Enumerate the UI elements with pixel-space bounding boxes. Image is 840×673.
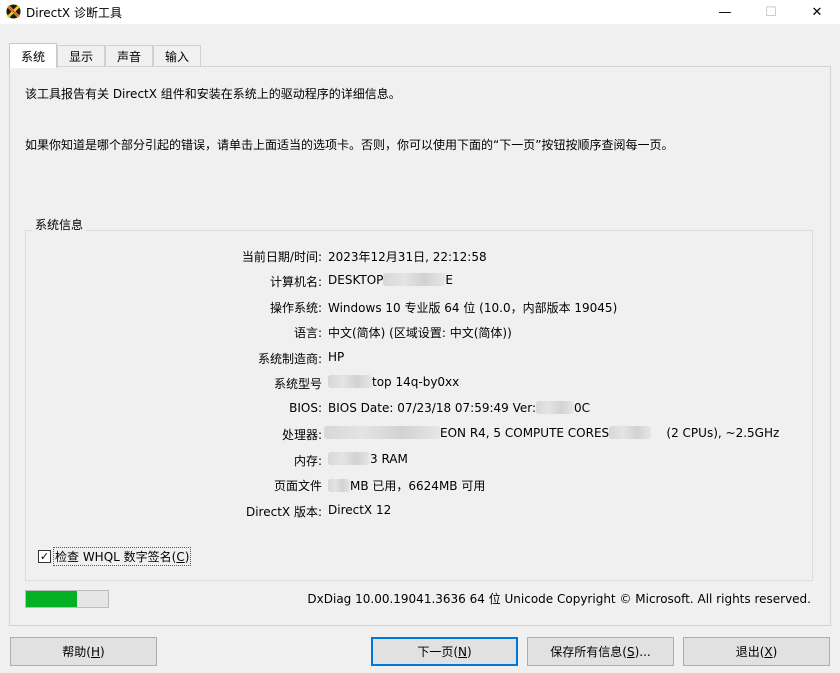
tab-display[interactable]: 显示 bbox=[57, 45, 105, 66]
button-label: )... bbox=[634, 644, 651, 659]
value-language: 中文(简体) (区域设置: 中文(简体)) bbox=[328, 326, 512, 340]
directx-app-icon bbox=[6, 4, 21, 19]
button-label: 保存所有信息( bbox=[550, 645, 627, 659]
intro-text-1: 该工具报告有关 DirectX 组件和安装在系统上的驱动程序的详细信息。 bbox=[25, 87, 401, 101]
close-button[interactable]: ✕ bbox=[794, 0, 840, 24]
version-copyright-text: DxDiag 10.00.19041.3636 64 位 Unicode Cop… bbox=[307, 592, 811, 606]
value-directx-version: DirectX 12 bbox=[328, 503, 392, 517]
checkmark-icon: ✓ bbox=[39, 550, 50, 563]
value-datetime: 2023年12月31日, 22:12:58 bbox=[328, 250, 487, 264]
value-computer-name: DESKTOP E bbox=[328, 273, 453, 287]
value-part: 3 RAM bbox=[370, 452, 408, 466]
value-part: EON R4, 5 COMPUTE CORES bbox=[440, 426, 610, 440]
value-part: DESKTOP bbox=[328, 273, 384, 287]
intro-text-2: 如果你知道是哪个部分引起的错误，请单击上面适当的选项卡。否则，你可以使用下面的“… bbox=[25, 138, 674, 152]
accel-key: H bbox=[90, 644, 101, 659]
button-label: ) bbox=[772, 644, 778, 659]
progress-bar bbox=[25, 590, 109, 608]
accel-key: N bbox=[458, 644, 467, 659]
redacted-blur bbox=[536, 401, 575, 414]
label-datetime: 当前日期/时间: bbox=[241, 250, 322, 264]
tab-system[interactable]: 系统 bbox=[9, 43, 57, 68]
value-part: top 14q-by0xx bbox=[372, 375, 460, 389]
title-bar: DirectX 诊断工具 — ☐ ✕ bbox=[0, 0, 840, 24]
tab-label: 声音 bbox=[116, 49, 141, 64]
exit-button[interactable]: 退出(X) bbox=[683, 637, 830, 666]
redacted-blur bbox=[328, 479, 350, 492]
redacted-blur bbox=[324, 426, 440, 439]
help-button[interactable]: 帮助(H) bbox=[10, 637, 157, 666]
label-manufacturer: 系统制造商: bbox=[257, 352, 322, 366]
whql-checkbox-row[interactable]: ✓ 检查 WHQL 数字签名(C) bbox=[38, 547, 192, 566]
label-memory: 内存: bbox=[293, 454, 322, 468]
whql-checkbox-label[interactable]: 检查 WHQL 数字签名(C) bbox=[53, 547, 192, 566]
whql-checkbox[interactable]: ✓ bbox=[38, 550, 51, 563]
value-pagefile: MB 已用，6624MB 可用 bbox=[328, 477, 485, 494]
button-label: 帮助( bbox=[62, 645, 91, 659]
value-manufacturer: HP bbox=[328, 350, 345, 364]
accel-key: X bbox=[764, 644, 773, 659]
label-part: 检查 WHQL 数字签名( bbox=[55, 550, 177, 564]
button-label: 退出( bbox=[735, 645, 765, 659]
redacted-blur bbox=[328, 452, 370, 465]
label-os: 操作系统: bbox=[269, 301, 322, 315]
value-processor: EON R4, 5 COMPUTE CORES (2 CPUs), ~2.5GH… bbox=[324, 426, 779, 440]
minimize-icon: — bbox=[718, 4, 732, 20]
tab-label: 显示 bbox=[68, 49, 93, 64]
accel-key: S bbox=[626, 644, 635, 659]
button-label: 下一页( bbox=[417, 645, 458, 659]
label-language: 语言: bbox=[293, 326, 322, 340]
value-bios: BIOS Date: 07/23/18 07:59:49 Ver: 0C bbox=[328, 401, 590, 415]
minimize-button[interactable]: — bbox=[702, 0, 748, 24]
button-label: ) bbox=[466, 644, 472, 659]
value-part: BIOS Date: 07/23/18 07:59:49 Ver: bbox=[328, 401, 537, 415]
accel-key: C bbox=[176, 550, 185, 564]
tab-label: 输入 bbox=[164, 49, 189, 64]
value-os: Windows 10 专业版 64 位 (10.0，内部版本 19045) bbox=[328, 301, 618, 315]
tab-sound[interactable]: 声音 bbox=[105, 45, 153, 66]
value-part: E bbox=[445, 273, 453, 287]
value-part: (2 CPUs), ~2.5GHz bbox=[666, 426, 780, 440]
label-pagefile: 页面文件 bbox=[273, 479, 322, 493]
label-processor: 处理器: bbox=[281, 428, 322, 442]
redacted-blur bbox=[383, 273, 446, 286]
next-page-button[interactable]: 下一页(N) bbox=[371, 637, 518, 666]
system-info-title: 系统信息 bbox=[32, 216, 87, 233]
redacted-blur bbox=[609, 426, 652, 439]
label-part: ) bbox=[184, 550, 190, 564]
value-part: MB 已用，6624MB 可用 bbox=[350, 479, 486, 493]
label-bios: BIOS: bbox=[289, 401, 322, 415]
close-icon: ✕ bbox=[811, 4, 823, 20]
value-memory: 3 RAM bbox=[328, 452, 408, 466]
value-part: 0C bbox=[574, 401, 591, 415]
progress-fill bbox=[26, 591, 77, 607]
tab-label: 系统 bbox=[20, 49, 45, 64]
window-title: DirectX 诊断工具 bbox=[26, 6, 122, 20]
label-model: 系统型号 bbox=[273, 377, 322, 391]
value-model: top 14q-by0xx bbox=[328, 375, 459, 389]
maximize-button: ☐ bbox=[748, 0, 794, 24]
label-directx-version: DirectX 版本: bbox=[245, 505, 322, 519]
button-label: ) bbox=[100, 644, 105, 659]
redacted-blur bbox=[328, 375, 372, 388]
save-all-info-button[interactable]: 保存所有信息(S)... bbox=[527, 637, 674, 666]
tab-input[interactable]: 输入 bbox=[153, 45, 201, 66]
label-computer-name: 计算机名: bbox=[269, 275, 322, 289]
maximize-icon: ☐ bbox=[765, 4, 777, 20]
